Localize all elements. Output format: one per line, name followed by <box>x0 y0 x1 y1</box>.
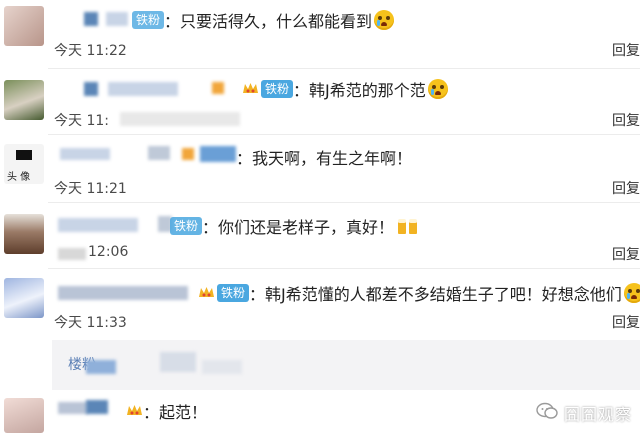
comment-line: 铁粉 ：韩J希范的那个范 <box>234 78 448 100</box>
crying-face-icon <box>374 10 395 30</box>
divider <box>48 268 640 269</box>
comment-row-2: 铁粉 ：韩J希范的那个范 今天 11: 回复 <box>0 70 640 132</box>
username-blurred <box>182 148 194 160</box>
avatar[interactable] <box>4 278 44 318</box>
beers-icon <box>396 216 420 236</box>
reply-blurred <box>160 352 196 372</box>
comment-row-3: 头 像 ：我天啊，有生之年啊！ 今天 11:21 回复 <box>0 136 640 200</box>
crying-face-icon <box>427 79 448 99</box>
username-blurred <box>106 12 128 26</box>
avatar[interactable] <box>4 6 44 46</box>
username-blurred <box>212 82 224 94</box>
time-blurred <box>120 112 240 126</box>
fan-badge: 铁粉 <box>217 284 250 302</box>
avatar[interactable] <box>4 80 44 120</box>
divider <box>48 68 640 69</box>
username-blurred <box>58 286 188 300</box>
username-blurred <box>148 146 170 160</box>
fan-badge: 铁粉 <box>170 217 203 235</box>
crown-icon <box>126 403 143 419</box>
comment-line: 铁粉 ：韩J希范懂的人都差不多结婚生子了吧！好想念他们 <box>190 282 640 304</box>
crown-icon <box>198 285 215 301</box>
wechat-icon <box>536 402 558 424</box>
comment-text: ：你们还是老样子，真好！ <box>202 218 395 237</box>
crown-icon <box>242 81 259 97</box>
crying-face-icon <box>623 283 640 303</box>
comment-time: 今天 11:22 <box>54 43 127 59</box>
comment-time: 12:06 <box>88 244 129 260</box>
username-blurred <box>84 12 98 26</box>
comment-line: 铁粉 ：只要活得久，什么都能看到 <box>130 9 395 31</box>
username-blurred <box>86 400 108 414</box>
reply-button[interactable]: 回复 <box>612 178 640 198</box>
avatar[interactable] <box>4 214 44 254</box>
reply-blurred <box>202 360 242 374</box>
watermark-text: 囧囧观察 <box>563 405 632 424</box>
username-blurred <box>58 218 138 232</box>
comment-line: ：起范！ <box>118 400 207 422</box>
fan-badge: 铁粉 <box>132 11 165 29</box>
comment-row-1: 铁粉 ：只要活得久，什么都能看到 今天 11:22 回复 <box>0 0 640 70</box>
comment-time: 今天 11:33 <box>54 315 127 331</box>
reply-button[interactable]: 回复 <box>612 40 640 60</box>
comment-row-4: 铁粉 ：你们还是老样子，真好！ 12:06 回复 <box>0 204 640 266</box>
comment-text: ：起范！ <box>143 403 208 422</box>
avatar[interactable] <box>4 398 44 433</box>
reply-button[interactable]: 回复 <box>612 110 640 130</box>
nested-reply-box[interactable]: 楼粉 <box>52 340 640 390</box>
comment-time: 今天 11: <box>54 113 109 129</box>
username-blurred <box>200 146 236 162</box>
comment-text: ：韩J希范的那个范 <box>293 81 426 100</box>
time-blurred <box>58 248 86 260</box>
avatar-text: 头 像 <box>7 172 31 183</box>
username-blurred <box>60 148 110 160</box>
comment-text: ：只要活得久，什么都能看到 <box>164 12 373 31</box>
comment-line: ：我天啊，有生之年啊！ <box>236 146 412 168</box>
comment-text: ：韩J希范懂的人都差不多结婚生子了吧！好想念他们 <box>249 285 622 304</box>
reply-button[interactable]: 回复 <box>612 312 640 332</box>
comment-text: ：我天啊，有生之年啊！ <box>236 149 413 168</box>
comment-row-5: 铁粉 ：韩J希范懂的人都差不多结婚生子了吧！好想念他们 今天 11:33 回复 <box>0 270 640 340</box>
username-blurred <box>108 82 178 96</box>
watermark: 囧囧观察 <box>536 401 632 425</box>
divider <box>48 202 640 203</box>
username-blurred <box>58 402 88 414</box>
divider <box>48 134 640 135</box>
fan-badge: 铁粉 <box>261 80 294 98</box>
reply-blurred <box>86 360 116 374</box>
username-blurred <box>84 82 98 96</box>
reply-button[interactable]: 回复 <box>612 244 640 264</box>
comment-time: 今天 11:21 <box>54 181 127 197</box>
comment-line: 铁粉 ：你们还是老样子，真好！ <box>168 215 420 237</box>
avatar[interactable]: 头 像 <box>4 144 44 184</box>
